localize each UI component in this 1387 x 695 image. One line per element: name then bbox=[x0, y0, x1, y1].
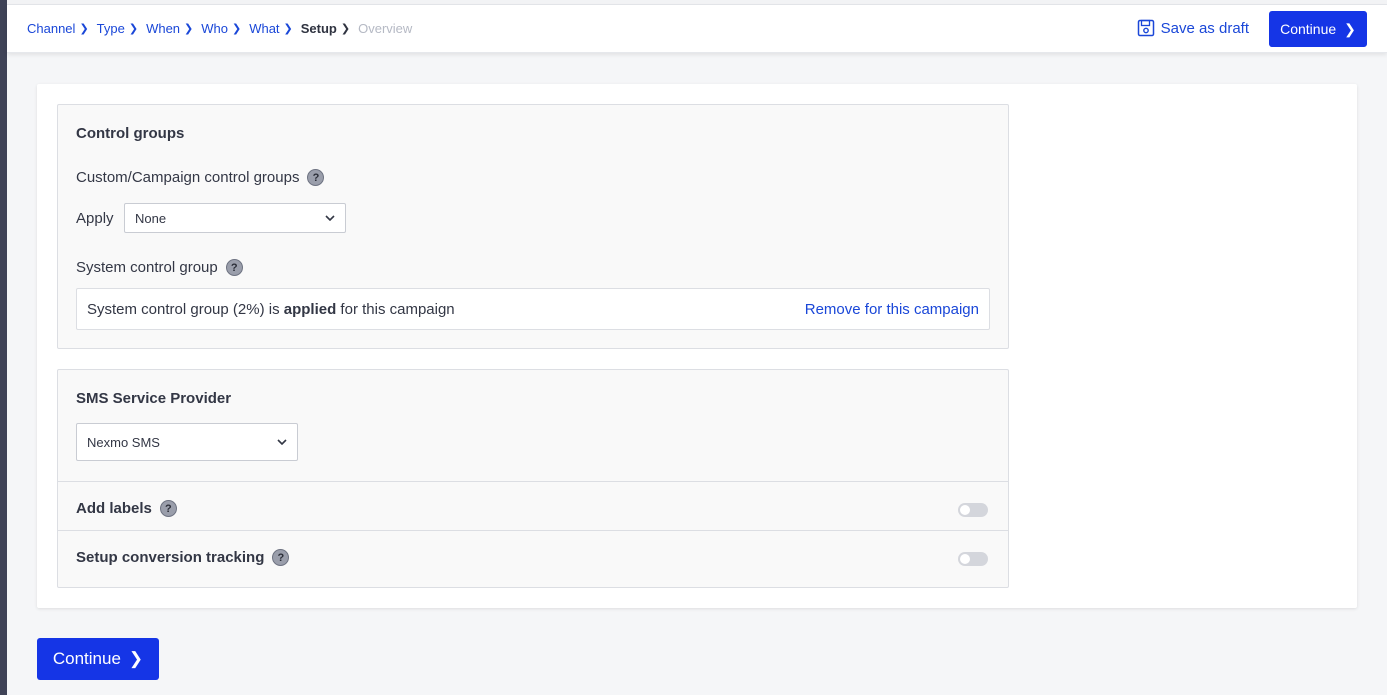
system-control-group-heading: System control group ? bbox=[76, 259, 243, 276]
breadcrumb-who[interactable]: Who ❯ bbox=[201, 21, 241, 36]
help-icon[interactable]: ? bbox=[307, 169, 325, 186]
apply-select-value: None bbox=[135, 210, 167, 226]
breadcrumb: Channel ❯ Type ❯ When ❯ Who ❯ What ❯ Setup ❯ O… bbox=[27, 21, 420, 36]
top-header: Channel ❯ Type ❯ When ❯ Who ❯ What ❯ Setup ❯ O… bbox=[7, 5, 1387, 53]
breadcrumb-label: Who bbox=[201, 21, 228, 36]
breadcrumb-label: What bbox=[249, 21, 280, 36]
breadcrumb-what[interactable]: What ❯ bbox=[249, 21, 293, 36]
conversion-tracking-label: Setup conversion tracking bbox=[76, 549, 265, 566]
chevron-right-icon: ❯ bbox=[1344, 20, 1356, 37]
remove-for-campaign-link[interactable]: Remove for this campaign bbox=[805, 301, 979, 318]
sms-provider-select[interactable]: Nexmo SMS bbox=[76, 423, 298, 461]
chevron-right-icon: ❯ bbox=[128, 649, 144, 668]
system-control-group-text: System control group (2%) is applied for… bbox=[87, 301, 455, 318]
floppy-disk-icon bbox=[1137, 19, 1154, 37]
chevron-right-icon: ❯ bbox=[340, 23, 351, 35]
breadcrumb-when[interactable]: When ❯ bbox=[146, 21, 193, 36]
chevron-down-icon bbox=[325, 215, 335, 221]
divider bbox=[58, 530, 1008, 531]
breadcrumb-label: When bbox=[146, 21, 181, 36]
divider bbox=[58, 481, 1008, 482]
help-icon[interactable]: ? bbox=[159, 500, 177, 517]
sms-provider-panel: SMS Service Provider Nexmo SMS Add label… bbox=[57, 369, 1009, 588]
chevron-right-icon: ❯ bbox=[231, 23, 242, 35]
apply-control-group-select[interactable]: None bbox=[124, 203, 346, 233]
custom-control-groups-label: Custom/Campaign control groups bbox=[76, 169, 300, 186]
breadcrumb-setup[interactable]: Setup ❯ bbox=[301, 21, 350, 36]
breadcrumb-label: Type bbox=[96, 21, 125, 36]
add-labels-label: Add labels bbox=[76, 500, 152, 517]
add-labels-toggle[interactable] bbox=[958, 503, 988, 517]
chevron-right-icon: ❯ bbox=[79, 23, 89, 35]
custom-control-groups-heading: Custom/Campaign control groups ? bbox=[76, 169, 325, 186]
add-labels-row: Add labels ? bbox=[76, 500, 177, 517]
system-control-group-label: System control group bbox=[76, 259, 218, 276]
conversion-tracking-row: Setup conversion tracking ? bbox=[76, 549, 290, 566]
sms-provider-title: SMS Service Provider bbox=[76, 390, 232, 407]
chevron-right-icon: ❯ bbox=[184, 23, 194, 35]
system-control-group-status: System control group (2%) is applied for… bbox=[76, 288, 990, 330]
help-icon[interactable]: ? bbox=[225, 259, 243, 276]
breadcrumb-overview: Overview bbox=[358, 21, 412, 36]
status-text-pre: System control group (2%) is bbox=[87, 300, 284, 318]
help-icon[interactable]: ? bbox=[272, 549, 290, 566]
chevron-right-icon: ❯ bbox=[128, 23, 139, 35]
chevron-down-icon bbox=[277, 439, 287, 445]
breadcrumb-label: Setup bbox=[300, 21, 337, 36]
save-as-draft-label: Save as draft bbox=[1160, 19, 1249, 37]
breadcrumb-label: Channel bbox=[27, 21, 76, 36]
left-sidebar-rail bbox=[0, 0, 7, 695]
continue-button-bottom[interactable]: Continue ❯ bbox=[37, 638, 159, 680]
breadcrumb-type[interactable]: Type ❯ bbox=[97, 21, 138, 36]
chevron-right-icon: ❯ bbox=[283, 23, 293, 35]
continue-button-top[interactable]: Continue ❯ bbox=[1269, 11, 1367, 47]
control-groups-panel: Control groups Custom/Campaign control g… bbox=[57, 104, 1009, 349]
breadcrumb-channel[interactable]: Channel ❯ bbox=[27, 21, 89, 36]
sms-provider-value: Nexmo SMS bbox=[87, 434, 160, 450]
status-text-bold: applied bbox=[283, 300, 337, 318]
breadcrumb-label: Overview bbox=[358, 21, 413, 36]
save-as-draft-button[interactable]: Save as draft bbox=[1137, 19, 1249, 37]
control-groups-title: Control groups bbox=[76, 125, 185, 142]
continue-label: Continue bbox=[1280, 21, 1337, 37]
continue-label: Continue bbox=[52, 649, 121, 668]
apply-label: Apply bbox=[76, 210, 114, 227]
conversion-tracking-toggle[interactable] bbox=[958, 552, 988, 566]
status-text-post: for this campaign bbox=[336, 300, 455, 318]
setup-card: Control groups Custom/Campaign control g… bbox=[37, 84, 1357, 608]
